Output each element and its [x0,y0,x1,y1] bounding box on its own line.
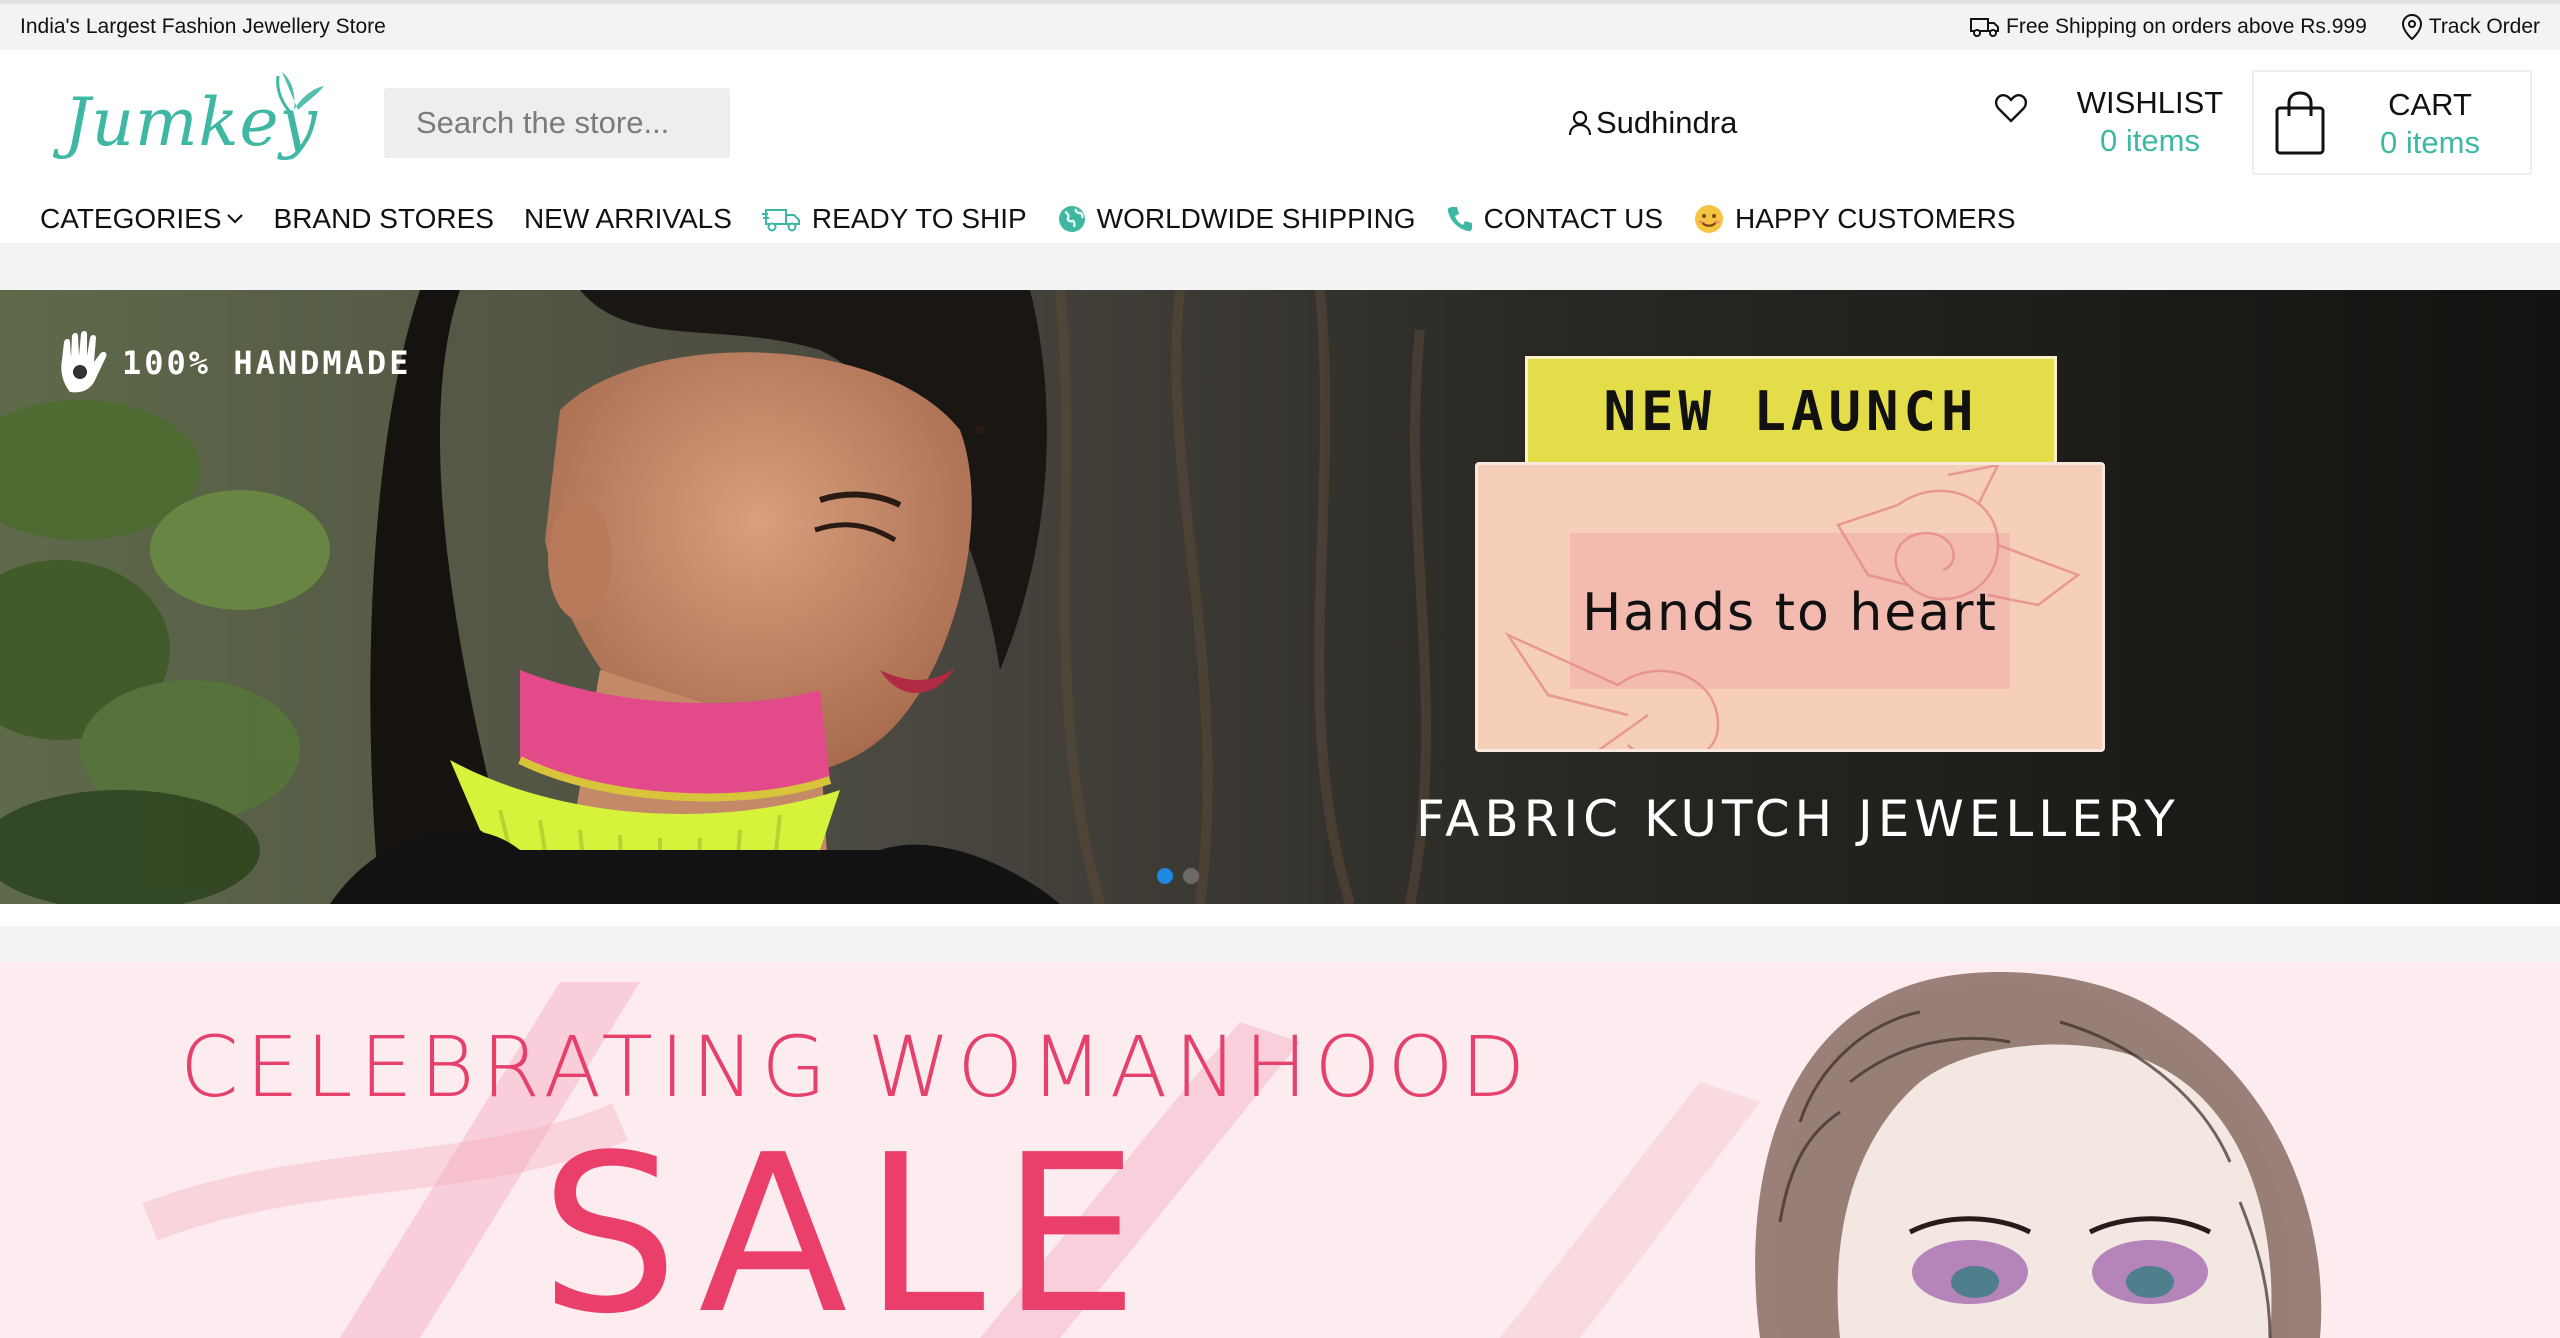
user-account[interactable]: Sudhindra [1568,105,1737,141]
main-navigation: CATEGORIES BRAND STORES NEW ARRIVALS REA… [0,195,2560,243]
track-order-link[interactable]: Track Order [2401,14,2540,40]
heart-icon[interactable] [1994,92,2028,126]
phone-icon [1447,207,1472,232]
top-announcement-bar: India's Largest Fashion Jewellery Store … [0,0,2560,50]
cart-button[interactable]: CART 0 items [2252,70,2532,175]
nav-happy-customers-label: HAPPY CUSTOMERS [1735,203,2016,234]
nav-contact-us[interactable]: CONTACT US [1446,203,1663,235]
truck-icon [1970,18,2000,37]
nav-ready-to-ship[interactable]: READY TO SHIP [761,203,1027,235]
new-launch-tag: NEW LAUNCH [1525,356,2057,466]
collection-card: Hands to heart [1475,462,2105,752]
card-title: Hands to heart [1582,583,1998,643]
chevron-down-icon [226,214,243,224]
butterfly-icon [276,72,324,116]
nav-brand-stores[interactable]: BRAND STORES [274,203,494,235]
location-pin-icon [2401,14,2422,40]
section-spacer [0,904,2560,926]
track-order-label: Track Order [2428,15,2540,38]
new-launch-text: NEW LAUNCH [1603,379,1979,443]
nav-happy-customers[interactable]: HAPPY CUSTOMERS [1693,203,2016,235]
carousel-dot-2[interactable] [1183,868,1199,884]
globe-icon [1058,206,1085,232]
nav-contact-us-label: CONTACT US [1483,203,1664,234]
search-input[interactable] [384,88,730,158]
sale-headline: CELEBRATING WOMANHOOD [180,1018,1533,1116]
user-icon [1568,110,1592,136]
carousel-dot-1[interactable] [1157,868,1173,884]
handmade-badge: 100% HANDMADE [56,330,411,396]
sale-banner[interactable]: CELEBRATING WOMANHOOD SALE [0,962,2560,1338]
wishlist-count: 0 items [2100,123,2200,158]
nav-categories[interactable]: CATEGORIES [40,203,244,235]
nav-ready-to-ship-label: READY TO SHIP [811,203,1027,234]
nav-categories-label: CATEGORIES [40,203,222,234]
store-tagline: India's Largest Fashion Jewellery Store [20,15,386,38]
nav-worldwide-shipping-label: WORLDWIDE SHIPPING [1096,203,1416,234]
jumkey-logo[interactable]: Jumkey [64,70,334,180]
site-header: Jumkey Sudhindra WISHLIST 0 items CART 0… [0,50,2560,195]
sale-text: SALE [540,1109,1155,1338]
nav-worldwide-shipping[interactable]: WORLDWIDE SHIPPING [1057,203,1416,235]
section-spacer-grey [0,926,2560,962]
wishlist-label: WISHLIST [2076,85,2224,120]
free-shipping-notice: Free Shipping on orders above Rs.999 [1970,15,2367,39]
carousel-dots [1157,868,1199,884]
cart-count: 0 items [2380,125,2480,160]
hero-carousel[interactable]: 100% HANDMADE NEW LAUNCH Hands to heart … [0,290,2560,904]
cart-label: CART [2388,87,2472,122]
user-name: Sudhindra [1596,105,1738,140]
hand-print-icon [61,331,107,393]
handmade-badge-text: 100% HANDMADE [122,344,412,382]
free-shipping-text: Free Shipping on orders above Rs.999 [2006,15,2367,38]
wishlist-link[interactable]: WISHLIST 0 items [2070,84,2230,160]
delivery-truck-icon [761,209,800,232]
nav-new-arrivals[interactable]: NEW ARRIVALS [524,203,732,235]
nav-spacer [0,243,2560,290]
nav-brand-stores-label: BRAND STORES [273,203,494,234]
collection-name: FABRIC KUTCH JEWELLERY [1416,790,2180,848]
shopping-bag-icon [2275,91,2325,155]
smiley-icon [1695,205,1724,233]
nav-new-arrivals-label: NEW ARRIVALS [523,203,732,234]
